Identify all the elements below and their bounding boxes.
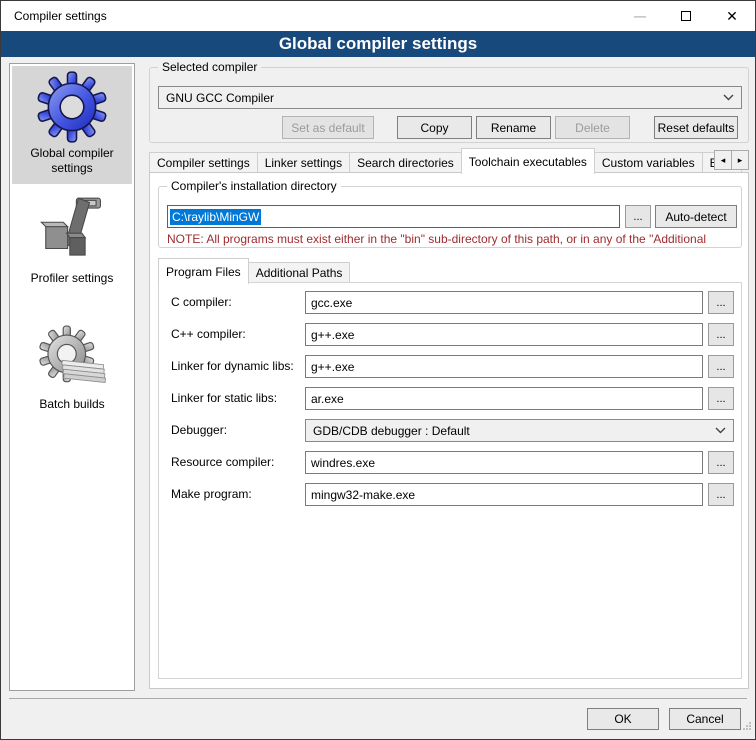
resource-compiler-label: Resource compiler: [171,455,274,469]
cpp-compiler-input[interactable] [305,323,703,346]
static-linker-input[interactable] [305,387,703,410]
titlebar: Compiler settings — ✕ [1,1,755,31]
static-linker-row: Linker for static libs: ... [159,387,741,410]
sidebar-item-global-compiler-settings[interactable]: Global compiler settings [12,66,132,184]
tab-toolchain-executables[interactable]: Toolchain executables [461,148,595,174]
dynamic-linker-browse-button[interactable]: ... [708,355,734,378]
toolchain-executables-page: Compiler's installation directory C:\ray… [149,172,749,689]
delete-button[interactable]: Delete [555,116,630,139]
caption-buttons: — ✕ [617,1,755,31]
tab-program-files[interactable]: Program Files [158,258,249,284]
close-icon[interactable]: ✕ [709,1,755,31]
c-compiler-label: C compiler: [171,295,232,309]
selected-compiler-group-label: Selected compiler [158,60,261,74]
selected-compiler-group: Selected compiler GNU GCC Compiler Set a… [149,67,749,143]
c-compiler-browse-button[interactable]: ... [708,291,734,314]
dynamic-linker-input[interactable] [305,355,703,378]
sidebar-item-label: Profiler settings [31,269,114,290]
tab-compiler-settings[interactable]: Compiler settings [149,152,258,173]
c-compiler-row: C compiler: ... [159,291,741,314]
tab-scroll-arrows: ◂ ▸ [715,150,749,170]
sidebar: Global compiler settings Profiler sett [9,63,135,691]
set-as-default-button[interactable]: Set as default [282,116,374,139]
gray-gear-stack-icon [35,320,109,395]
ok-button[interactable]: OK [587,708,659,730]
sidebar-item-profiler-settings[interactable]: Profiler settings [12,186,132,296]
tab-scroll-right-icon[interactable]: ▸ [731,150,749,170]
debugger-label: Debugger: [171,423,227,437]
window-title: Compiler settings [1,9,107,23]
cpp-compiler-label: C++ compiler: [171,327,246,341]
tab-custom-variables[interactable]: Custom variables [594,152,703,173]
resource-compiler-input[interactable] [305,451,703,474]
debugger-select-value: GDB/CDB debugger : Default [313,424,470,438]
maximize-icon[interactable] [663,1,709,31]
inner-tabstrip: Program Files Additional Paths [158,257,742,283]
install-dir-browse-button[interactable]: ... [625,205,651,228]
tab-additional-paths[interactable]: Additional Paths [248,262,351,283]
compiler-select-value: GNU GCC Compiler [166,91,274,105]
install-dir-group-label: Compiler's installation directory [167,179,341,193]
install-dir-group: Compiler's installation directory C:\ray… [158,186,742,248]
minimize-icon[interactable]: — [617,1,663,31]
resource-compiler-browse-button[interactable]: ... [708,451,734,474]
debugger-row: Debugger: GDB/CDB debugger : Default [159,419,741,442]
sidebar-item-label: Batch builds [39,395,104,416]
chevron-down-icon [715,427,726,434]
dynamic-linker-row: Linker for dynamic libs: ... [159,355,741,378]
dynamic-linker-label: Linker for dynamic libs: [171,359,294,373]
make-program-label: Make program: [171,487,252,501]
c-compiler-input[interactable] [305,291,703,314]
tab-scroll-left-icon[interactable]: ◂ [714,150,732,170]
tab-linker-settings[interactable]: Linker settings [257,152,350,173]
compiler-settings-dialog: Compiler settings — ✕ Global compiler se… [0,0,756,740]
tab-search-directories[interactable]: Search directories [349,152,462,173]
make-program-input[interactable] [305,483,703,506]
reset-defaults-button[interactable]: Reset defaults [654,116,738,139]
sidebar-item-batch-builds[interactable]: Batch builds [12,316,132,420]
blue-gear-icon [35,70,109,144]
copy-button[interactable]: Copy [397,116,472,139]
cpp-compiler-browse-button[interactable]: ... [708,323,734,346]
page-title: Global compiler settings [1,31,755,57]
compiler-select[interactable]: GNU GCC Compiler [158,86,742,109]
install-dir-input[interactable]: C:\raylib\MinGW [167,205,620,228]
make-program-browse-button[interactable]: ... [708,483,734,506]
main-tabstrip: Compiler settings Linker settings Search… [149,147,749,173]
debugger-select[interactable]: GDB/CDB debugger : Default [305,419,734,442]
resource-compiler-row: Resource compiler: ... [159,451,741,474]
cpp-compiler-row: C++ compiler: ... [159,323,741,346]
caliper-icon [35,193,109,269]
rename-button[interactable]: Rename [476,116,551,139]
install-dir-selected-text: C:\raylib\MinGW [170,209,261,225]
cancel-button[interactable]: Cancel [669,708,741,730]
auto-detect-button[interactable]: Auto-detect [655,205,737,228]
program-files-page: C compiler: ... C++ compiler: ... Linker… [158,282,742,679]
install-dir-note: NOTE: All programs must exist either in … [167,232,740,246]
resize-grip[interactable] [742,718,752,736]
make-program-row: Make program: ... [159,483,741,506]
static-linker-browse-button[interactable]: ... [708,387,734,410]
sidebar-item-label: Global compiler settings [14,144,130,180]
footer-divider [9,698,747,699]
static-linker-label: Linker for static libs: [171,391,277,405]
sidebar-spacer [10,298,134,314]
chevron-down-icon [723,94,734,101]
